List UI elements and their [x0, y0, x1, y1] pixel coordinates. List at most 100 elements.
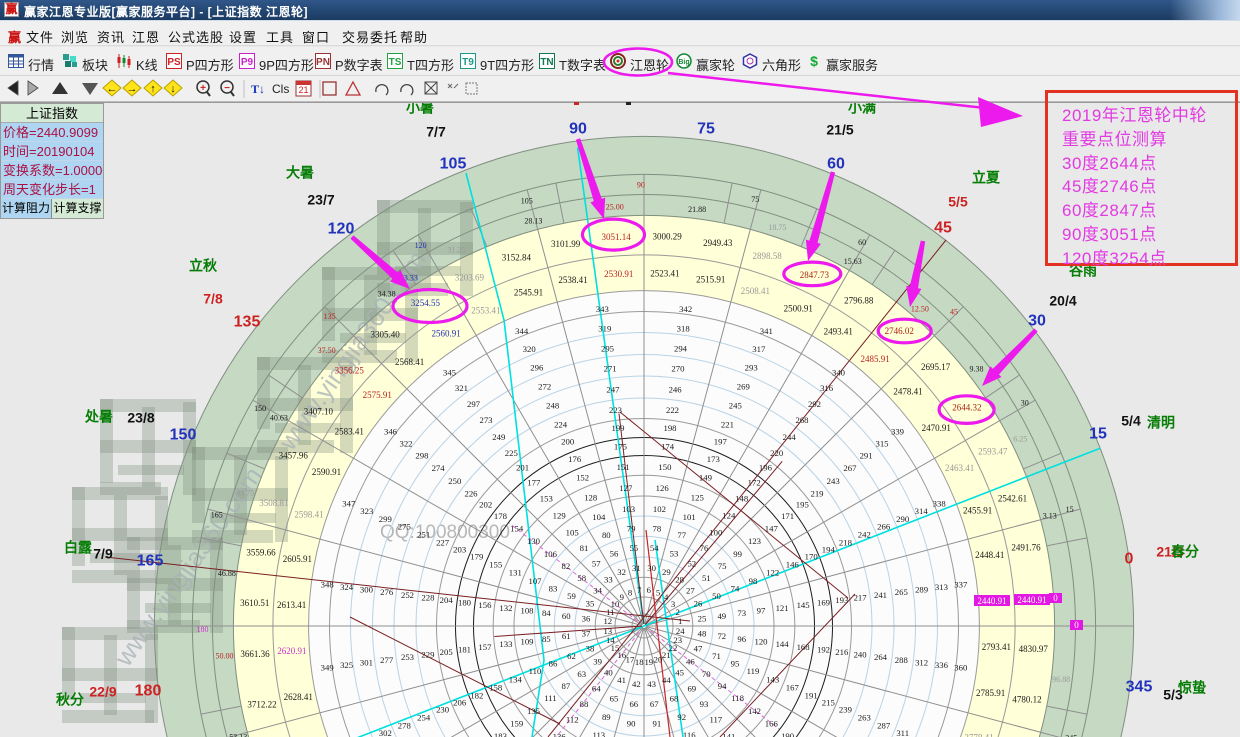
- svg-text:244: 244: [783, 432, 797, 442]
- svg-text:103: 103: [622, 504, 635, 514]
- svg-text:268: 268: [795, 415, 809, 425]
- svg-text:69: 69: [687, 683, 696, 693]
- svg-text:109: 109: [520, 636, 533, 646]
- svg-text:44: 44: [662, 675, 671, 685]
- svg-text:248: 248: [546, 401, 560, 411]
- svg-text:2605.91: 2605.91: [283, 554, 312, 564]
- svg-text:Cls: Cls: [272, 82, 289, 96]
- svg-text:47: 47: [694, 643, 703, 653]
- svg-text:287: 287: [877, 720, 891, 730]
- svg-text:36: 36: [582, 613, 591, 623]
- svg-text:3610.51: 3610.51: [240, 598, 269, 608]
- svg-text:60: 60: [827, 156, 845, 173]
- svg-text:42: 42: [632, 679, 641, 689]
- svg-text:Big: Big: [678, 59, 689, 66]
- svg-text:37.50: 37.50: [318, 346, 336, 355]
- svg-text:270: 270: [671, 364, 685, 374]
- svg-text:43.75: 43.75: [236, 489, 254, 498]
- svg-text:65: 65: [610, 694, 619, 704]
- svg-text:314: 314: [915, 506, 929, 516]
- svg-text:2560.91: 2560.91: [431, 329, 460, 339]
- svg-text:2949.43: 2949.43: [703, 238, 733, 248]
- svg-text:300: 300: [360, 585, 374, 595]
- svg-text:$: $: [810, 53, 818, 69]
- svg-text:93: 93: [700, 699, 709, 709]
- svg-text:339: 339: [891, 427, 904, 437]
- svg-text:31: 31: [632, 563, 641, 573]
- svg-text:228: 228: [421, 593, 435, 603]
- svg-text:34.38: 34.38: [378, 290, 396, 299]
- svg-text:38: 38: [586, 643, 595, 653]
- svg-text:157: 157: [478, 642, 492, 652]
- svg-text:129: 129: [553, 511, 566, 521]
- svg-text:45: 45: [950, 308, 958, 317]
- svg-text:←: ←: [107, 83, 118, 95]
- svg-text:41: 41: [617, 675, 626, 685]
- svg-text:320: 320: [523, 344, 537, 354]
- svg-text:90: 90: [569, 121, 587, 138]
- svg-text:250: 250: [448, 476, 462, 486]
- svg-text:61: 61: [562, 631, 571, 641]
- svg-text:3559.66: 3559.66: [246, 547, 276, 557]
- svg-text:223: 223: [609, 405, 622, 415]
- svg-text:349: 349: [321, 663, 334, 673]
- svg-text:56: 56: [610, 549, 619, 559]
- svg-text:199: 199: [611, 423, 624, 433]
- svg-text:105: 105: [521, 196, 533, 205]
- svg-text:289: 289: [915, 585, 928, 595]
- svg-text:141: 141: [722, 732, 735, 737]
- svg-text:272: 272: [538, 381, 551, 391]
- svg-text:288: 288: [895, 655, 909, 665]
- svg-text:100: 100: [709, 527, 723, 537]
- svg-text:145: 145: [797, 600, 810, 610]
- svg-text:316: 316: [820, 383, 834, 393]
- svg-text:180: 180: [135, 683, 162, 700]
- svg-text:2847.73: 2847.73: [800, 270, 830, 280]
- svg-text:218: 218: [839, 538, 853, 548]
- svg-text:205: 205: [440, 647, 453, 657]
- svg-text:2530.91: 2530.91: [604, 269, 633, 279]
- svg-text:220: 220: [770, 448, 784, 458]
- svg-text:50: 50: [712, 591, 721, 601]
- svg-text:PN: PN: [316, 57, 330, 68]
- svg-text:198: 198: [663, 423, 677, 433]
- svg-text:196: 196: [759, 463, 773, 473]
- svg-text:155: 155: [489, 560, 502, 570]
- svg-text:315: 315: [875, 438, 888, 448]
- svg-text:18: 18: [635, 657, 644, 667]
- svg-text:132: 132: [499, 603, 512, 613]
- svg-text:2455.91: 2455.91: [963, 506, 992, 516]
- svg-text:29: 29: [662, 567, 671, 577]
- svg-text:252: 252: [401, 590, 414, 600]
- svg-text:30: 30: [1028, 313, 1046, 330]
- svg-text:2644.32: 2644.32: [952, 402, 981, 412]
- svg-text:148: 148: [735, 494, 749, 504]
- svg-text:25: 25: [698, 613, 707, 623]
- svg-text:43: 43: [647, 679, 656, 689]
- svg-text:105: 105: [440, 156, 467, 173]
- svg-text:76: 76: [700, 543, 709, 553]
- svg-text:254: 254: [417, 712, 431, 722]
- svg-text:348: 348: [321, 579, 335, 589]
- svg-text:82: 82: [562, 561, 571, 571]
- svg-text:203: 203: [453, 545, 466, 555]
- svg-text:322: 322: [399, 438, 412, 448]
- svg-text:340: 340: [832, 368, 846, 378]
- svg-text:3000.29: 3000.29: [652, 232, 682, 242]
- svg-text:71: 71: [712, 651, 721, 661]
- svg-text:立夏: 立夏: [972, 170, 1001, 186]
- svg-text:125: 125: [691, 492, 704, 502]
- svg-text:127: 127: [619, 483, 633, 493]
- svg-text:263: 263: [858, 712, 871, 722]
- svg-text:121: 121: [776, 603, 789, 613]
- svg-text:2470.91: 2470.91: [922, 423, 951, 433]
- svg-text:立秋: 立秋: [189, 258, 218, 274]
- svg-text:18.75: 18.75: [768, 223, 786, 232]
- svg-text:惊蛰: 惊蛰: [1177, 680, 1206, 696]
- svg-text:90: 90: [627, 719, 636, 729]
- svg-text:2538.41: 2538.41: [558, 275, 587, 285]
- svg-text:TS: TS: [389, 57, 402, 68]
- svg-text:5/4: 5/4: [1121, 413, 1141, 429]
- svg-text:295: 295: [601, 343, 614, 353]
- svg-text:123: 123: [748, 536, 761, 546]
